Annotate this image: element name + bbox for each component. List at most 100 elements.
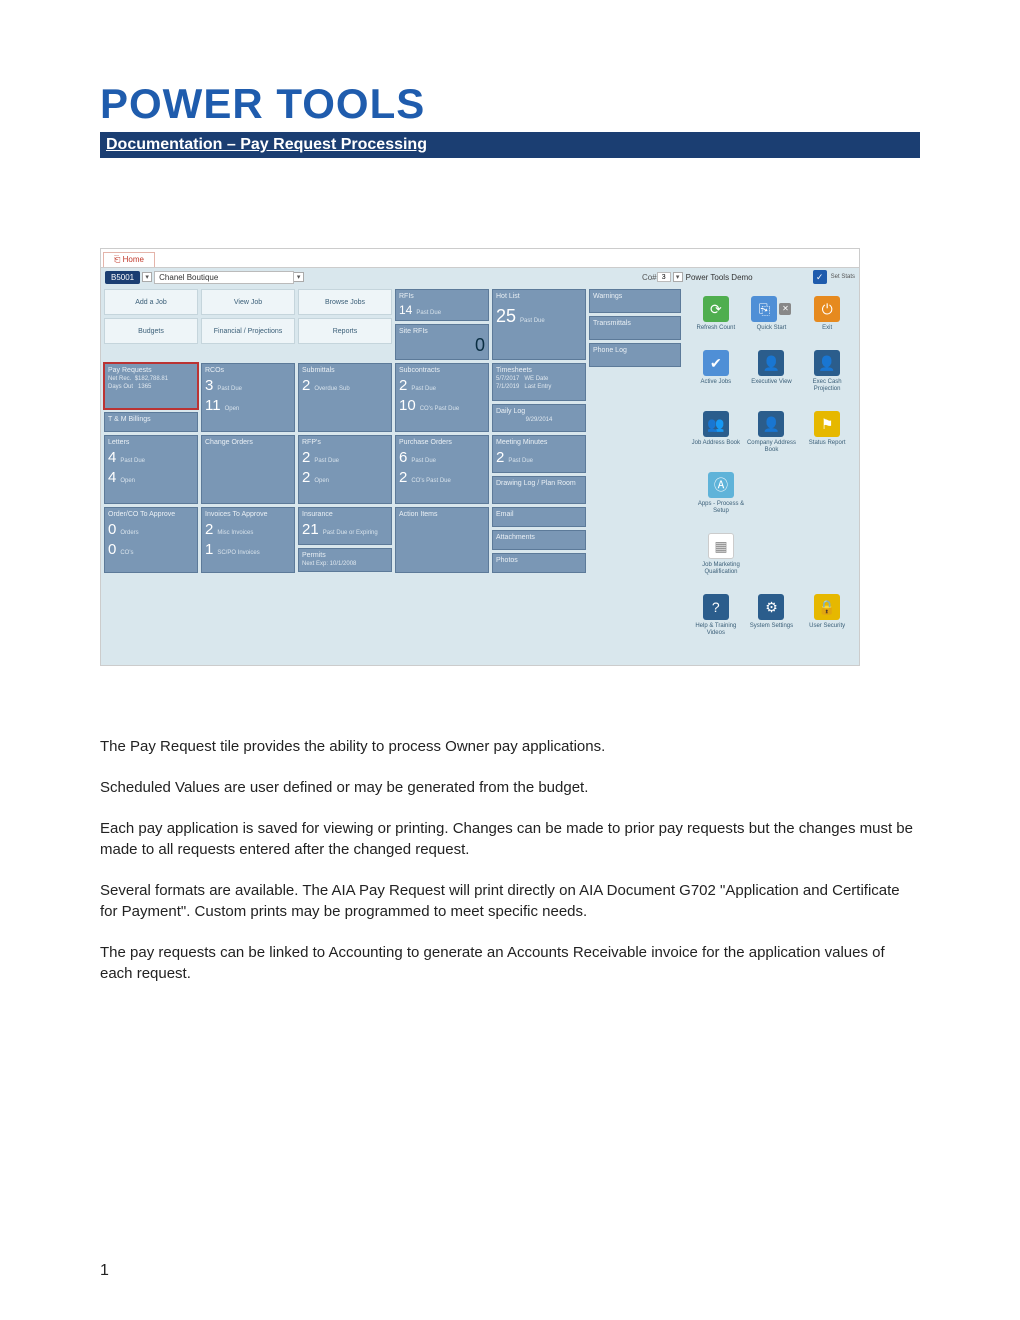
job-name-dropdown-icon[interactable]: ▾: [294, 272, 304, 282]
btn-executive-view[interactable]: 👤 Executive View: [746, 350, 796, 393]
btn-quick-start[interactable]: ⎘✕Quick Start: [746, 296, 796, 332]
value: 1365: [138, 384, 151, 390]
tile-meeting-minutes[interactable]: Meeting Minutes 2Past Due: [492, 435, 586, 473]
tile-title: Daily Log: [496, 408, 582, 415]
btn-user-security[interactable]: 🔒User Security: [802, 594, 852, 637]
btn-job-marketing[interactable]: ▦Job Marketing Qualification: [696, 533, 746, 576]
tile-title: RFIs: [399, 293, 485, 300]
tile-attachments[interactable]: Attachments: [492, 530, 586, 550]
tile-photos[interactable]: Photos: [492, 553, 586, 573]
btn-active-jobs[interactable]: ✔Active Jobs: [691, 350, 741, 393]
tile-permits[interactable]: Permits Next Exp: 10/1/2008: [298, 548, 392, 572]
tile-title: Letters: [108, 439, 194, 446]
stats-label: Set Stats: [831, 274, 855, 280]
btn-help-training[interactable]: ?Help & Training Videos: [691, 594, 741, 637]
body-paragraph: The Pay Request tile provides the abilit…: [100, 736, 920, 757]
tile-timesheets[interactable]: Timesheets 5/7/2017 WE Date 7/1/2019 Las…: [492, 363, 586, 401]
tile-sublabel: Open: [314, 478, 329, 484]
body-paragraph: Several formats are available. The AIA P…: [100, 880, 920, 922]
btn-exit[interactable]: ⏻Exit: [802, 296, 852, 332]
tile-sublabel: Past Due: [411, 458, 436, 464]
nav-budgets[interactable]: Budgets: [104, 318, 198, 344]
tile-tm-billings[interactable]: T & M Billings: [104, 412, 198, 432]
tile-value: 1: [205, 541, 213, 558]
value: 9/29/2014: [496, 417, 582, 423]
tile-sublabel: CO's Past Due: [420, 406, 460, 412]
tile-site-rfis[interactable]: Site RFIs 0: [395, 324, 489, 360]
person-icon: 👤: [758, 350, 784, 376]
co-dropdown-icon[interactable]: ▾: [673, 272, 683, 282]
close-icon[interactable]: ✕: [779, 303, 791, 315]
people-icon: 👥: [703, 411, 729, 437]
nav-browse-jobs[interactable]: Browse Jobs: [298, 289, 392, 315]
tile-submittals[interactable]: Submittals 2Overdue Sub: [298, 363, 392, 432]
nav-add-job[interactable]: Add a Job: [104, 289, 198, 315]
nav-reports[interactable]: Reports: [298, 318, 392, 344]
tile-rfis[interactable]: RFIs 14Past Due: [395, 289, 489, 321]
btn-refresh-count[interactable]: ⟳Refresh Count: [691, 296, 741, 332]
tile-title: Change Orders: [205, 439, 291, 446]
tile-title: T & M Billings: [108, 416, 194, 423]
btn-exec-cash[interactable]: 👤Exec Cash Projection: [802, 350, 852, 393]
btn-system-settings[interactable]: ⚙System Settings: [746, 594, 796, 637]
job-dropdown-icon[interactable]: ▾: [142, 272, 152, 282]
tile-rfps[interactable]: RFP's 2Past Due 2Open: [298, 435, 392, 504]
job-code-badge[interactable]: B5001: [105, 271, 140, 284]
power-icon: ⏻: [814, 296, 840, 322]
label: Days Out: [108, 384, 133, 390]
tab-home[interactable]: ⎗ Home: [103, 252, 155, 267]
tile-sublabel: Past Due or Expiring: [323, 530, 378, 536]
tile-change-orders[interactable]: Change Orders: [201, 435, 295, 504]
tile-hotlist[interactable]: Hot List 25Past Due: [492, 289, 586, 360]
tile-drawing-log[interactable]: Drawing Log / Plan Room: [492, 476, 586, 504]
quickstart-icon: ⎘: [751, 296, 777, 322]
app-screenshot: ⎗ Home B5001 ▾ Chanel Boutique ▾ Co# 3 ▾…: [100, 248, 860, 666]
apps-icon: Ⓐ: [708, 472, 734, 498]
icon-label: Status Report: [802, 440, 852, 447]
tile-pay-requests[interactable]: Pay Requests Net Rec. $182,788.81 Days O…: [104, 363, 198, 409]
tile-value: 4: [108, 449, 116, 466]
tile-title: Email: [496, 511, 582, 518]
icon-label: Apps - Process & Setup: [696, 501, 746, 515]
tile-subcontracts[interactable]: Subcontracts 2Past Due 10CO's Past Due: [395, 363, 489, 432]
btn-company-address-book[interactable]: 👤Company Address Book: [746, 411, 796, 454]
tile-order-co-approve[interactable]: Order/CO To Approve 0Orders 0CO's: [104, 507, 198, 573]
btn-job-address-book[interactable]: 👥Job Address Book: [691, 411, 741, 454]
tile-phone-log[interactable]: Phone Log: [589, 343, 681, 367]
tile-purchase-orders[interactable]: Purchase Orders 6Past Due 2CO's Past Due: [395, 435, 489, 504]
tile-transmittals[interactable]: Transmittals: [589, 316, 681, 340]
tile-title: Action Items: [399, 511, 485, 518]
tile-rcos[interactable]: RCOs 3Past Due 11Open: [201, 363, 295, 432]
tile-sublabel: CO's Past Due: [411, 478, 451, 484]
job-name-field[interactable]: Chanel Boutique: [154, 271, 294, 284]
doc-title: POWER TOOLS: [100, 80, 920, 128]
tile-letters[interactable]: Letters 4Past Due 4Open: [104, 435, 198, 504]
tile-warnings[interactable]: Warnings: [589, 289, 681, 313]
tile-email[interactable]: Email: [492, 507, 586, 527]
tile-sublabel: Past Due: [520, 318, 545, 324]
btn-status-report[interactable]: ⚑Status Report: [802, 411, 852, 454]
tile-sublabel: Past Due: [508, 458, 533, 464]
icon-label: Active Jobs: [691, 379, 741, 386]
stats-toggle-button[interactable]: ✓: [813, 270, 827, 284]
home-icon: ⎗: [114, 255, 123, 264]
body-paragraph: Scheduled Values are user defined or may…: [100, 777, 920, 798]
tile-value: 2: [302, 449, 310, 466]
tile-sublabel: Open: [120, 478, 135, 484]
body-paragraph: The pay requests can be linked to Accoun…: [100, 942, 920, 984]
tile-invoices-approve[interactable]: Invoices To Approve 2Misc Invoices 1SC/P…: [201, 507, 295, 573]
tile-insurance[interactable]: Insurance 21Past Due or Expiring: [298, 507, 392, 545]
tile-value: 10: [399, 397, 416, 414]
tile-daily-log[interactable]: Daily Log 9/29/2014: [492, 404, 586, 432]
company-name: Power Tools Demo: [686, 273, 753, 282]
tile-title: Purchase Orders: [399, 439, 485, 446]
co-value-field[interactable]: 3: [657, 272, 671, 282]
nav-fin-projections[interactable]: Financial / Projections: [201, 318, 295, 344]
tile-action-items[interactable]: Action Items: [395, 507, 489, 573]
page-number: 1: [100, 1262, 109, 1280]
nav-view-job[interactable]: View Job: [201, 289, 295, 315]
doc-subtitle: Documentation – Pay Request Processing: [100, 132, 920, 158]
btn-apps-process[interactable]: Ⓐ Apps - Process & Setup: [696, 472, 746, 515]
icon-label: Executive View: [746, 379, 796, 386]
tile-value: 0: [108, 541, 116, 558]
